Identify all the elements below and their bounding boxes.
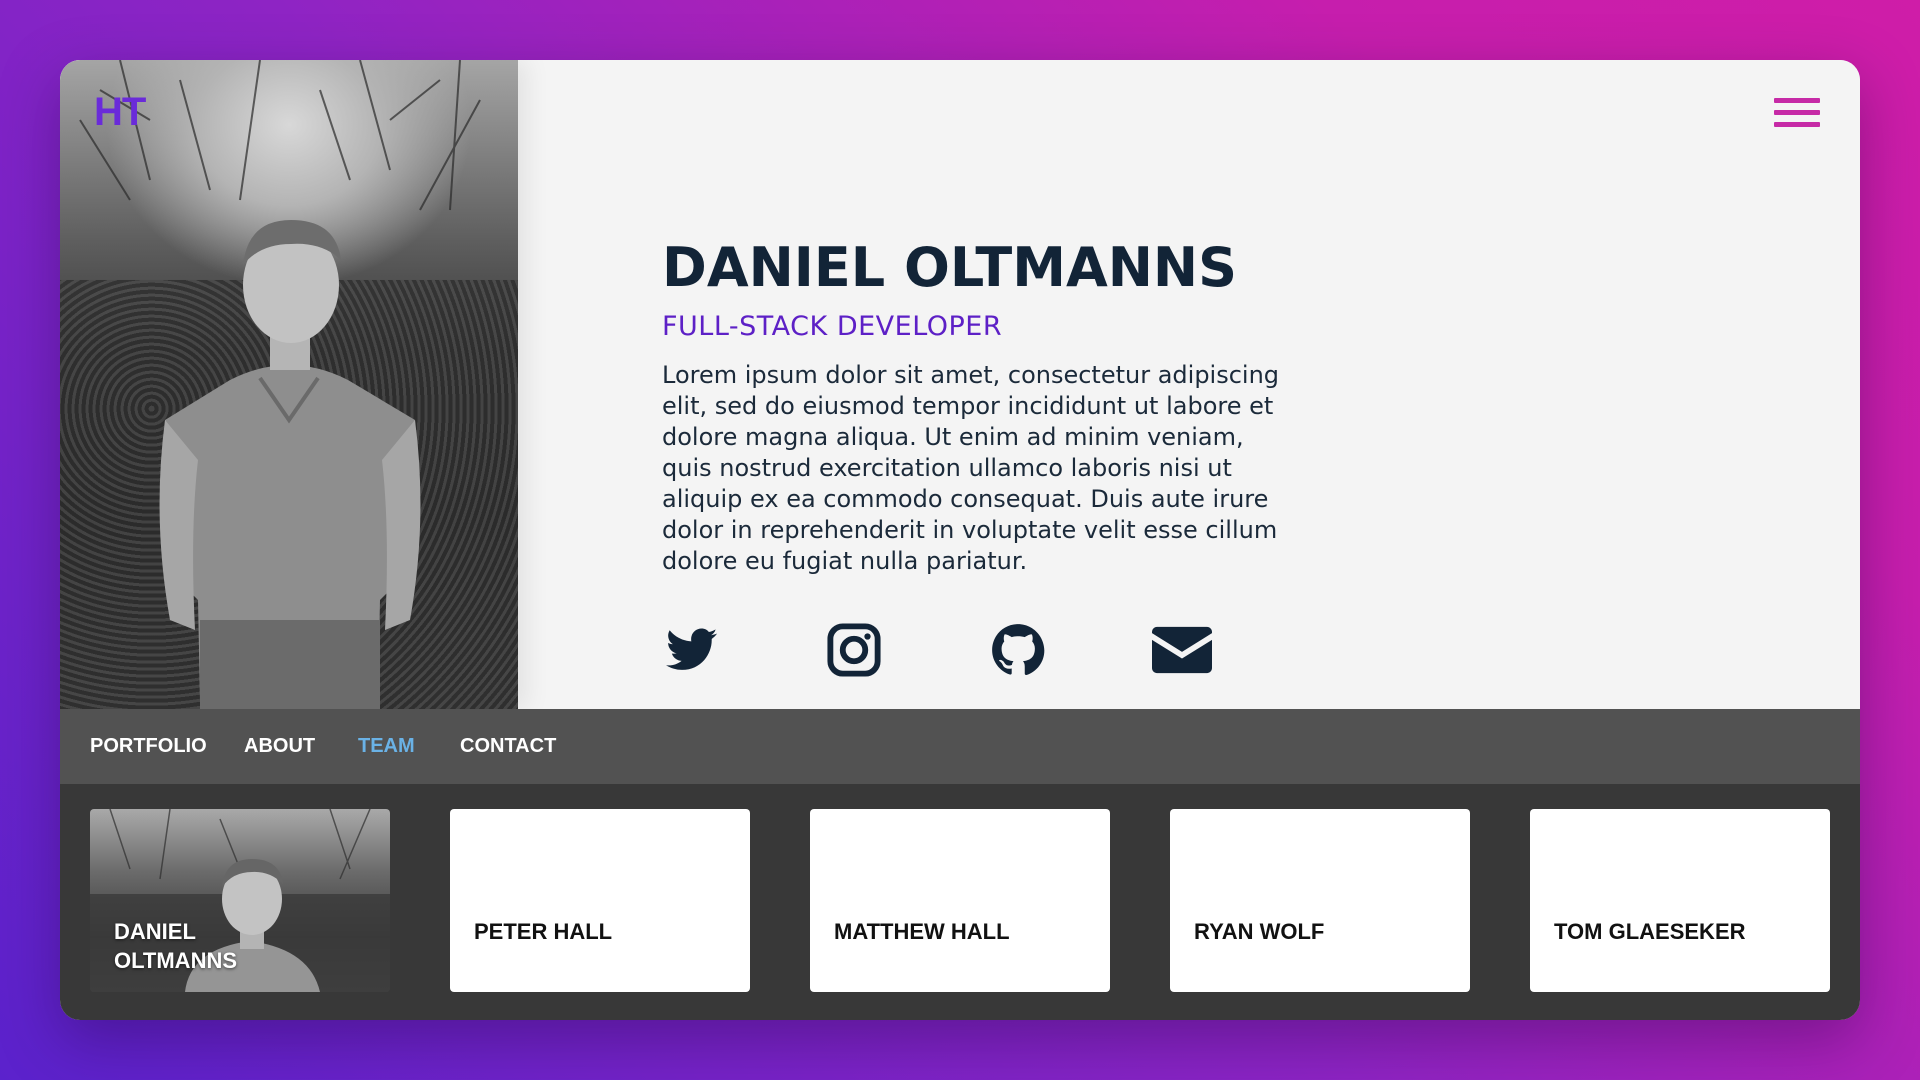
team-member-card[interactable]: RYAN WOLF	[1170, 809, 1470, 992]
team-member-name: DANIEL OLTMANNS	[114, 919, 238, 973]
team-member-card[interactable]: PETER HALL	[450, 809, 750, 992]
menu-bar	[1774, 98, 1820, 103]
mail-icon-svg	[1152, 626, 1212, 674]
team-member-name: TOM GLAESEKER	[1554, 919, 1746, 944]
profile-info: DANIEL OLTMANNS FULL-STACK DEVELOPER Lor…	[662, 238, 1302, 577]
profile-name: DANIEL OLTMANNS	[662, 236, 1238, 299]
instagram-icon-svg	[827, 623, 881, 677]
social-links	[662, 620, 1362, 680]
profile-bio: Lorem ipsum dolor sit amet, consectetur …	[662, 361, 1280, 576]
menu-bar	[1774, 110, 1820, 115]
twitter-icon-svg	[666, 628, 718, 670]
team-member-card[interactable]: TOM GLAESEKER	[1530, 809, 1830, 992]
twitter-icon[interactable]	[662, 620, 722, 680]
site-logo[interactable]: HT	[94, 90, 146, 135]
team-member-card[interactable]: MATTHEW HALL	[810, 809, 1110, 992]
mail-icon[interactable]	[1152, 620, 1212, 680]
hero-section: HT DANIEL OLTMANNS FULL-STACK DEVELOPER …	[60, 60, 1860, 709]
nav-item-team[interactable]: TEAM	[358, 709, 415, 784]
team-member-card[interactable]: DANIEL OLTMANNS	[90, 809, 390, 992]
team-section: DANIEL OLTMANNS PETER HALL MATTHEW HALL …	[60, 784, 1860, 1020]
team-member-name: MATTHEW HALL	[834, 919, 1010, 944]
nav-item-portfolio[interactable]: PORTFOLIO	[90, 709, 207, 784]
github-icon-svg	[992, 624, 1045, 676]
nav-item-contact[interactable]: CONTACT	[460, 709, 556, 784]
profile-photo: HT	[60, 60, 518, 709]
person-silhouette	[79, 60, 481, 709]
profile-card: HT DANIEL OLTMANNS FULL-STACK DEVELOPER …	[60, 60, 1860, 1020]
team-member-name: RYAN WOLF	[1194, 919, 1325, 944]
hamburger-menu-icon[interactable]	[1774, 98, 1820, 132]
team-member-name: PETER HALL	[474, 919, 613, 944]
menu-bar	[1774, 122, 1820, 127]
instagram-icon[interactable]	[824, 620, 884, 680]
main-navigation: PORTFOLIO ABOUT TEAM CONTACT	[60, 709, 1860, 784]
profile-role: FULL-STACK DEVELOPER	[662, 311, 1003, 343]
github-icon[interactable]	[988, 620, 1048, 680]
nav-item-about[interactable]: ABOUT	[244, 709, 315, 784]
